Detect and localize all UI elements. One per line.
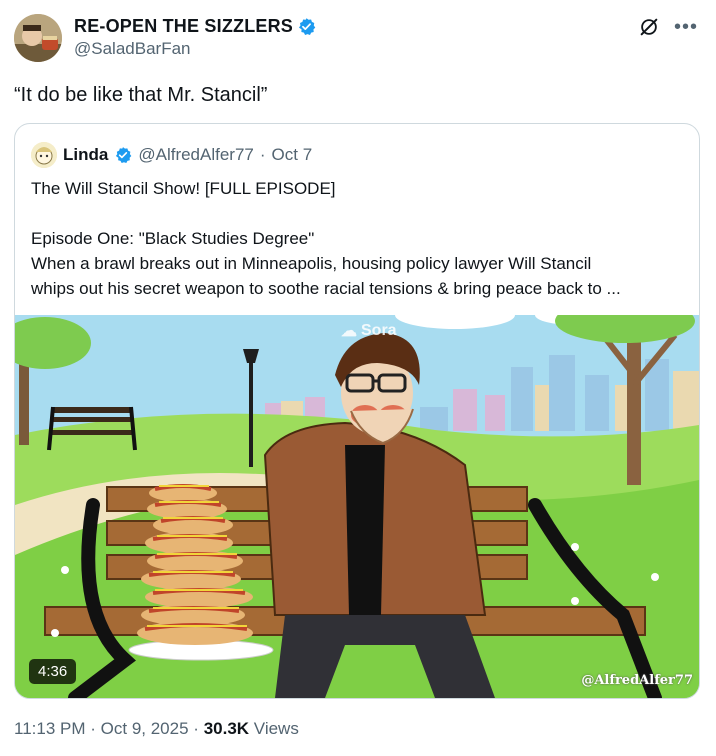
- tweet: RE-OPEN THE SIZZLERS @SaladBarFan ••• “I…: [0, 0, 716, 756]
- video-duration: 4:36: [29, 659, 77, 684]
- video-player[interactable]: ☁ Sora 4:36 @AlfredAlfer77: [15, 315, 699, 698]
- quoted-text: The Will Stancil Show! [FULL EPISODE] Ep…: [31, 176, 691, 301]
- quoted-date[interactable]: Oct 7: [272, 145, 313, 165]
- tweet-date[interactable]: Oct 9, 2025: [101, 719, 189, 738]
- views-count: 30.3K: [203, 719, 250, 738]
- tweet-meta: 11:13 PM · Oct 9, 2025 · 30.3K Views: [14, 719, 299, 739]
- sora-icon: ☁: [341, 323, 357, 340]
- quoted-line: When a brawl breaks out in Minneapolis, …: [31, 254, 592, 273]
- more-icon[interactable]: •••: [674, 17, 698, 37]
- quoted-line: Episode One: "Black Studies Degree": [31, 229, 315, 248]
- views-label: Views: [253, 719, 299, 738]
- tweet-time[interactable]: 11:13 PM: [14, 719, 86, 738]
- author-avatar[interactable]: [14, 14, 62, 62]
- quoted-tweet[interactable]: Linda @AlfredAlfer77 · Oct 7 The Will St…: [14, 123, 700, 699]
- quoted-line: whips out his secret weapon to soothe ra…: [31, 279, 621, 298]
- sora-label: Sora: [361, 322, 397, 339]
- meta-separator: ·: [90, 719, 96, 738]
- quoted-avatar[interactable]: [31, 142, 57, 168]
- quoted-separator: ·: [259, 145, 266, 164]
- quoted-line: [31, 201, 691, 226]
- sora-badge: ☁ Sora: [341, 321, 397, 341]
- quoted-handle[interactable]: @AlfredAlfer77: [138, 145, 254, 165]
- quoted-line: The Will Stancil Show! [FULL EPISODE]: [31, 179, 336, 198]
- top-actions: •••: [638, 16, 698, 38]
- grok-icon[interactable]: [638, 16, 660, 38]
- tweet-text: “It do be like that Mr. Stancil”: [14, 84, 268, 106]
- author-header: RE-OPEN THE SIZZLERS @SaladBarFan: [74, 16, 316, 59]
- video-watermark: @AlfredAlfer77: [581, 673, 693, 688]
- quoted-display-name[interactable]: Linda: [63, 145, 108, 165]
- author-handle[interactable]: @SaladBarFan: [74, 39, 316, 59]
- verified-badge-icon: [116, 147, 132, 164]
- verified-badge-icon: [298, 18, 316, 35]
- meta-separator: ·: [193, 719, 199, 738]
- video-thumbnail: [15, 315, 699, 698]
- author-display-name[interactable]: RE-OPEN THE SIZZLERS: [74, 16, 293, 37]
- quoted-header: Linda @AlfredAlfer77 · Oct 7: [31, 142, 312, 168]
